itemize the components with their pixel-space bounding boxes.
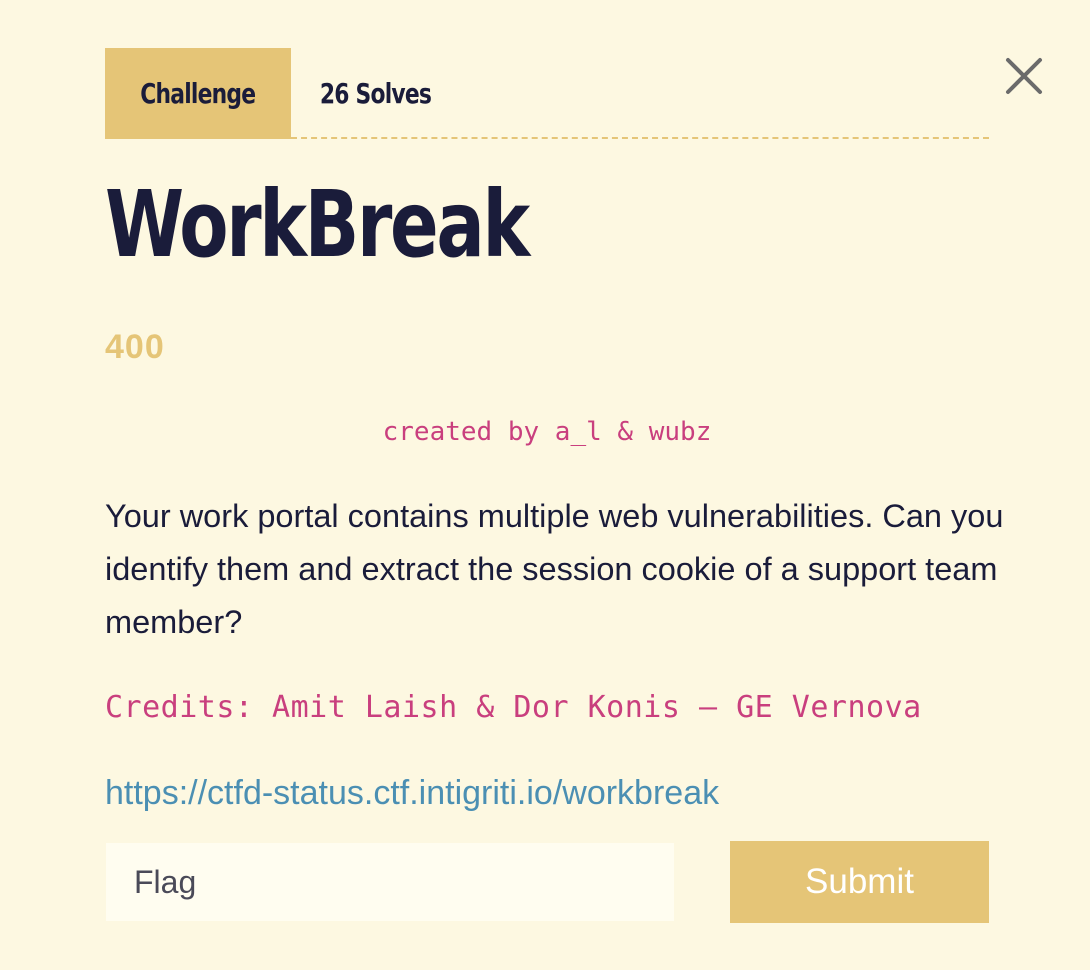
tab-solves-label: 26 Solves: [319, 77, 432, 110]
flag-input[interactable]: [106, 843, 674, 921]
submit-button[interactable]: Submit: [730, 841, 989, 923]
challenge-title: WorkBreak: [105, 171, 530, 278]
tab-bar: Challenge 26 Solves: [105, 48, 989, 139]
tab-challenge[interactable]: Challenge: [105, 48, 291, 139]
challenge-modal: Challenge 26 Solves: [105, 48, 989, 139]
challenge-credits: Credits: Amit Laish & Dor Konis – GE Ver…: [105, 690, 922, 725]
challenge-author: created by a_l & wubz: [382, 417, 712, 447]
close-icon: [1006, 58, 1042, 94]
challenge-link[interactable]: https://ctfd-status.ctf.intigriti.io/wor…: [105, 774, 719, 813]
challenge-description: Your work portal contains multiple web v…: [105, 498, 1004, 640]
close-button[interactable]: [1004, 56, 1044, 96]
tab-solves[interactable]: 26 Solves: [291, 48, 476, 139]
challenge-points: 400: [105, 328, 165, 366]
tab-challenge-label: Challenge: [140, 77, 256, 110]
